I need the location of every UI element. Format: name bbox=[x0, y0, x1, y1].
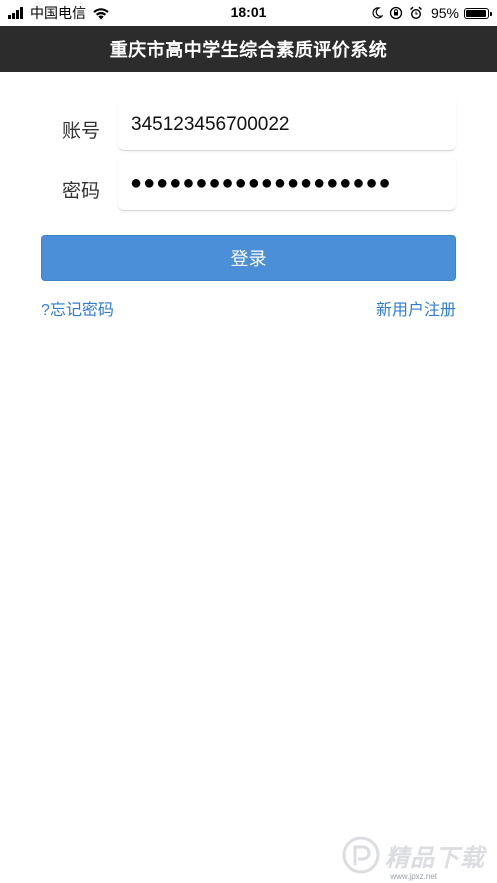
status-right: 95% bbox=[365, 4, 492, 22]
account-input[interactable]: 345123456700022 bbox=[118, 100, 456, 151]
watermark-url: www.jpxz.net bbox=[390, 872, 437, 881]
account-label: 账号 bbox=[62, 121, 101, 142]
password-label: 密码 bbox=[62, 181, 101, 202]
login-screen: 中国电信 18:01 95% 重庆市高中学生综合素质评价系统 账号 345123… bbox=[0, 0, 497, 883]
watermark: 精品下载 bbox=[341, 835, 485, 875]
password-mask: ●●●●●●●●●●●●●●●●●●●● bbox=[130, 172, 392, 194]
app-header: 重庆市高中学生综合素质评价系统 bbox=[0, 26, 497, 72]
alarm-icon bbox=[409, 6, 423, 20]
orientation-lock-icon bbox=[389, 6, 403, 20]
account-value: 345123456700022 bbox=[131, 114, 290, 135]
watermark-logo-icon bbox=[342, 836, 380, 874]
moon-icon bbox=[371, 7, 383, 19]
login-button[interactable]: 登录 bbox=[41, 235, 456, 281]
register-link[interactable]: 新用户注册 bbox=[376, 296, 456, 320]
password-input[interactable]: ●●●●●●●●●●●●●●●●●●●● bbox=[118, 160, 456, 211]
watermark-text: 精品下载 bbox=[385, 844, 485, 872]
battery-icon bbox=[464, 7, 492, 19]
forgot-password-link[interactable]: ?忘记密码 bbox=[41, 296, 114, 320]
status-bar: 中国电信 18:01 95% bbox=[0, 0, 497, 26]
password-row: 密码 ●●●●●●●●●●●●●●●●●●●● bbox=[42, 160, 456, 216]
page-title: 重庆市高中学生综合素质评价系统 bbox=[109, 40, 388, 60]
battery-percent: 95% bbox=[430, 5, 459, 21]
account-row: 账号 345123456700022 bbox=[42, 100, 456, 156]
